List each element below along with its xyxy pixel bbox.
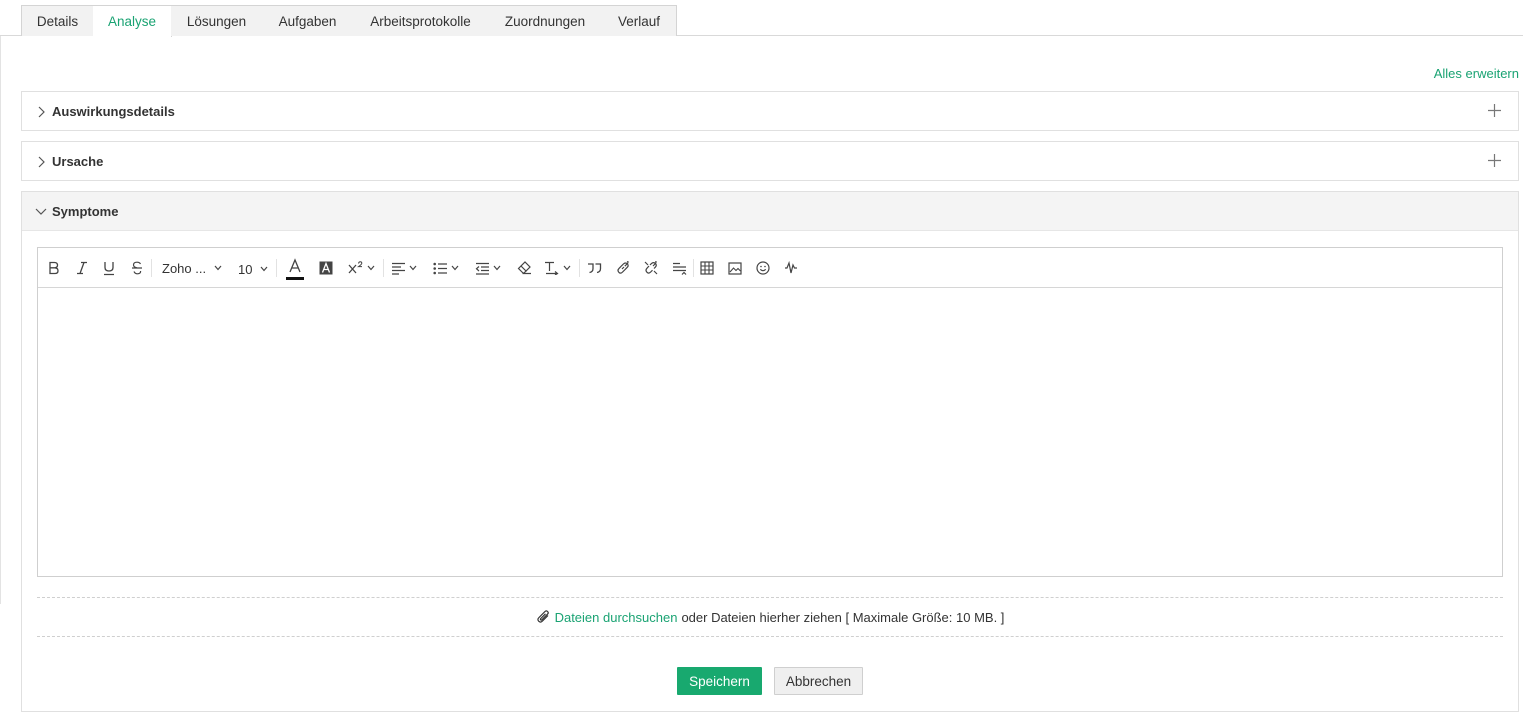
font-size-select[interactable]: 10 [238, 259, 268, 279]
image-icon[interactable] [728, 258, 742, 278]
background-color-icon[interactable] [319, 258, 333, 278]
chevron-down-icon [493, 265, 501, 271]
chevron-right-icon [34, 155, 48, 169]
section-title: Symptome [52, 203, 119, 219]
section-header[interactable]: Auswirkungsdetails [22, 92, 1518, 131]
font-family-select[interactable]: Zoho ... [162, 258, 222, 278]
chevron-down-icon [34, 204, 48, 218]
left-border [0, 36, 1, 604]
drop-hint-text: oder Dateien hierher ziehen [ Maximale G… [681, 609, 1005, 625]
cancel-button[interactable]: Abbrechen [774, 667, 863, 695]
align-icon[interactable] [391, 258, 417, 278]
clear-format-icon[interactable] [517, 258, 532, 278]
text-direction-icon[interactable] [544, 258, 571, 278]
chevron-down-icon [367, 265, 375, 271]
strikethrough-icon[interactable] [131, 258, 143, 278]
chevron-down-icon [214, 265, 222, 271]
browse-files-link[interactable]: Dateien durchsuchen [555, 610, 678, 625]
tab-zuordnungen[interactable]: Zuordnungen [488, 5, 603, 36]
save-button[interactable]: Speichern [677, 667, 762, 695]
unlink-icon[interactable] [644, 258, 658, 278]
indent-icon[interactable] [475, 258, 501, 278]
plus-icon[interactable] [1488, 154, 1501, 167]
font-size-value: 10 [238, 261, 253, 277]
chevron-down-icon [409, 265, 417, 271]
tab-arbeitsprotokolle[interactable]: Arbeitsprotokolle [353, 5, 489, 36]
expand-all-link[interactable]: Alles erweitern [1434, 66, 1519, 81]
chevron-right-icon [34, 105, 48, 119]
tab-analyse[interactable]: Analyse [93, 5, 172, 37]
audio-icon[interactable] [784, 258, 798, 278]
link-icon[interactable] [616, 258, 630, 278]
italic-icon[interactable] [76, 258, 88, 278]
section-ursache: Ursache [21, 141, 1519, 181]
section-title: Ursache [52, 154, 104, 169]
chevron-down-icon [563, 265, 571, 271]
table-icon[interactable] [700, 258, 714, 278]
font-family-value: Zoho ... [162, 260, 207, 276]
editor-content-area[interactable] [38, 288, 1502, 576]
tab-details[interactable]: Details [21, 5, 94, 36]
superscript-icon[interactable] [348, 258, 375, 278]
chevron-down-icon [451, 265, 459, 271]
tab-loesungen[interactable]: Lösungen [171, 5, 263, 36]
chevron-down-icon [260, 266, 268, 272]
underline-icon[interactable] [103, 258, 115, 278]
rich-text-editor: Zoho ... 10 [37, 247, 1503, 577]
tab-aufgaben[interactable]: Aufgaben [262, 5, 354, 36]
section-auswirkungsdetails: Auswirkungsdetails [21, 91, 1519, 131]
section-header[interactable]: Ursache [22, 142, 1518, 181]
quote-icon[interactable] [587, 258, 602, 278]
tab-verlauf[interactable]: Verlauf [602, 5, 677, 36]
section-header[interactable]: Symptome [22, 192, 1518, 231]
attachment-dropzone[interactable]: Dateien durchsuchen oder Dateien hierher… [37, 597, 1503, 637]
paperclip-icon [536, 609, 551, 625]
section-title: Auswirkungsdetails [52, 104, 175, 119]
bold-icon[interactable] [48, 258, 60, 278]
line-spacing-icon[interactable] [672, 258, 687, 278]
text-color-icon[interactable] [286, 257, 304, 281]
tab-bar: Details Analyse Lösungen Aufgaben Arbeit… [0, 0, 1523, 37]
emoji-icon[interactable] [756, 258, 770, 278]
list-icon[interactable] [433, 258, 459, 278]
editor-toolbar: Zoho ... 10 [38, 248, 1502, 288]
plus-icon[interactable] [1488, 104, 1501, 117]
section-symptome: Symptome Zoho ... 10 Dateien durchsuchen… [21, 191, 1519, 712]
